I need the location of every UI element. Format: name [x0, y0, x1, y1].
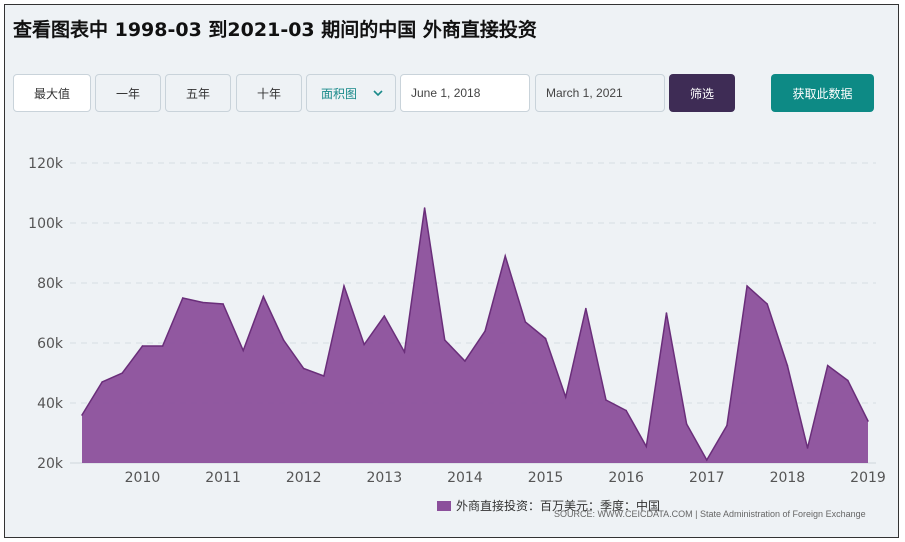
data-point — [786, 364, 789, 367]
data-point — [202, 301, 204, 304]
data-point — [363, 343, 365, 346]
y-tick-label: 60k — [37, 336, 64, 352]
x-tick-label: 2011 — [205, 470, 241, 486]
data-point — [242, 349, 245, 352]
y-tick-label: 100k — [28, 216, 64, 232]
data-point — [343, 285, 345, 287]
data-point — [766, 303, 769, 305]
data-point — [847, 379, 849, 382]
data-point — [464, 360, 466, 362]
data-point — [564, 396, 567, 398]
y-tick-label: 20k — [37, 456, 64, 472]
source-note: SOURCE: WWW.CEICDATA.COM | State Adminis… — [554, 509, 866, 519]
data-point — [141, 345, 144, 347]
data-point — [826, 364, 829, 367]
data-point — [585, 307, 587, 310]
data-point — [625, 409, 627, 412]
x-tick-label: 2017 — [689, 470, 725, 486]
data-point — [101, 381, 103, 383]
data-point — [504, 255, 507, 257]
data-point — [685, 423, 688, 425]
data-point — [705, 459, 708, 461]
series-area — [82, 208, 868, 463]
data-point — [867, 420, 869, 422]
data-point — [181, 297, 184, 299]
data-point — [282, 339, 285, 341]
data-point — [403, 351, 406, 353]
x-tick-label: 2019 — [850, 470, 886, 486]
data-point — [262, 295, 265, 298]
y-tick-label: 40k — [37, 396, 64, 412]
data-point — [423, 207, 426, 209]
data-point — [443, 339, 446, 341]
data-point — [323, 375, 325, 377]
data-point — [524, 321, 527, 323]
x-tick-label: 2012 — [286, 470, 322, 486]
data-point — [544, 337, 547, 340]
x-tick-label: 2010 — [125, 470, 161, 486]
x-tick-label: 2013 — [366, 470, 402, 486]
y-tick-label: 80k — [37, 276, 64, 292]
data-point — [302, 367, 305, 370]
data-point — [806, 447, 809, 449]
data-point — [81, 414, 83, 416]
x-tick-label: 2014 — [447, 470, 483, 486]
data-point — [645, 445, 648, 448]
x-tick-label: 2016 — [608, 470, 644, 486]
y-tick-label: 120k — [28, 156, 64, 172]
data-point — [383, 315, 386, 317]
area-chart: 20k 40k 60k 80k 100k 120k 2010 2011 2012 2013 201… — [28, 156, 886, 486]
data-point — [161, 345, 164, 347]
data-point — [726, 424, 728, 427]
data-point — [605, 399, 607, 401]
data-point — [121, 372, 124, 374]
x-tick-label: 2018 — [770, 470, 806, 486]
x-tick-label: 2015 — [528, 470, 564, 486]
data-point — [222, 303, 224, 305]
data-point — [746, 285, 748, 287]
data-point — [665, 312, 668, 314]
legend-swatch — [437, 500, 451, 511]
data-point — [484, 330, 486, 332]
